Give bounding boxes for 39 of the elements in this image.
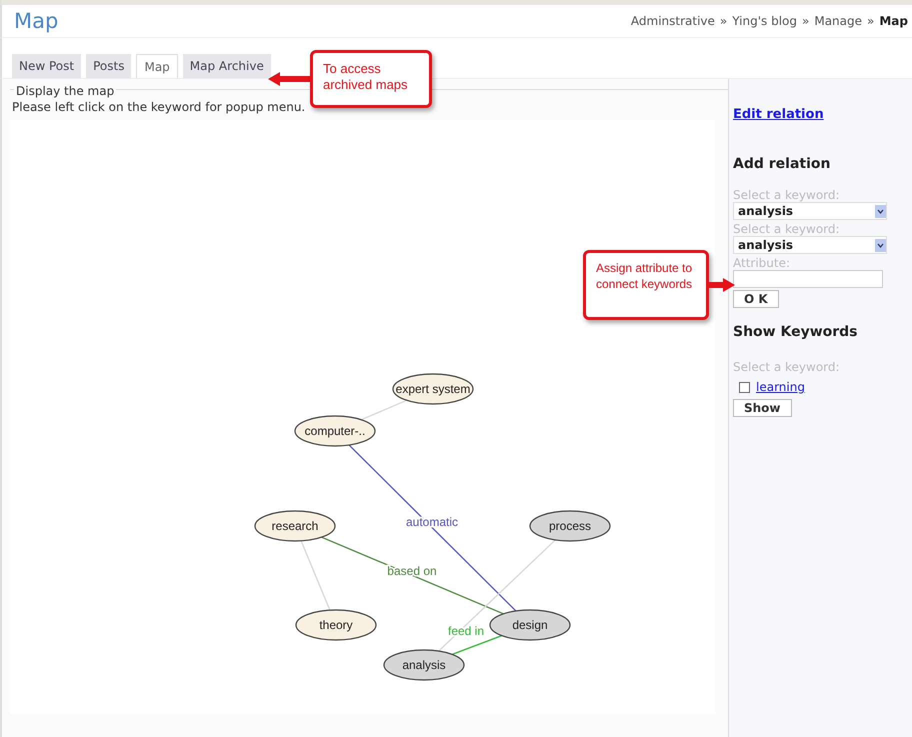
field-label: Select a keyword:: [733, 188, 840, 202]
tab[interactable]: New Post: [12, 54, 82, 78]
breadcrumb-link[interactable]: Ying's blog: [732, 14, 797, 28]
tab[interactable]: Map Archive: [182, 54, 271, 78]
keyword-select[interactable]: analysis: [733, 236, 887, 254]
edit-relation-link[interactable]: Edit relation: [733, 107, 824, 122]
field-label: Select a keyword:: [733, 222, 840, 236]
keyword-node[interactable]: process: [529, 510, 611, 542]
keyword-node[interactable]: analysis: [383, 649, 465, 681]
show-button[interactable]: Show: [733, 399, 792, 417]
tab[interactable]: Posts: [86, 54, 132, 78]
tab[interactable]: Map: [136, 54, 178, 78]
callout-box: Assign attribute to connect keywords: [583, 250, 709, 320]
ok-button[interactable]: O K: [733, 290, 779, 308]
instruction-text: Please left click on the keyword for popup menu.: [11, 100, 306, 114]
section-heading: Add relation: [733, 156, 830, 172]
arrow-icon: [268, 72, 310, 86]
breadcrumb-separator: »: [802, 14, 810, 28]
breadcrumb-link[interactable]: Adminstrative: [630, 14, 715, 28]
callout-box: To access archived maps: [310, 50, 432, 108]
relation-label: feed in: [448, 624, 484, 638]
field-label: Attribute:: [733, 256, 790, 270]
breadcrumb-link[interactable]: Manage: [814, 14, 862, 28]
checkbox[interactable]: [739, 382, 750, 392]
attribute-input[interactable]: [733, 270, 883, 288]
keyword-node[interactable]: computer-..: [294, 415, 376, 447]
page-title: Map: [14, 9, 58, 33]
keyword-select[interactable]: analysis: [733, 202, 887, 220]
section-legend: Display the map: [14, 84, 116, 98]
arrow-icon: [709, 278, 735, 292]
breadcrumb-separator: »: [867, 14, 874, 28]
keyword-node[interactable]: research: [254, 510, 336, 542]
breadcrumb-separator: »: [720, 14, 728, 28]
keyword-node[interactable]: design: [489, 609, 571, 641]
keyword-node[interactable]: theory: [295, 609, 377, 641]
keyword-node[interactable]: expert system: [392, 373, 474, 405]
section-heading: Show Keywords: [733, 324, 858, 340]
keyword-link[interactable]: learning: [756, 380, 805, 394]
field-label: Select a keyword:: [733, 360, 840, 374]
